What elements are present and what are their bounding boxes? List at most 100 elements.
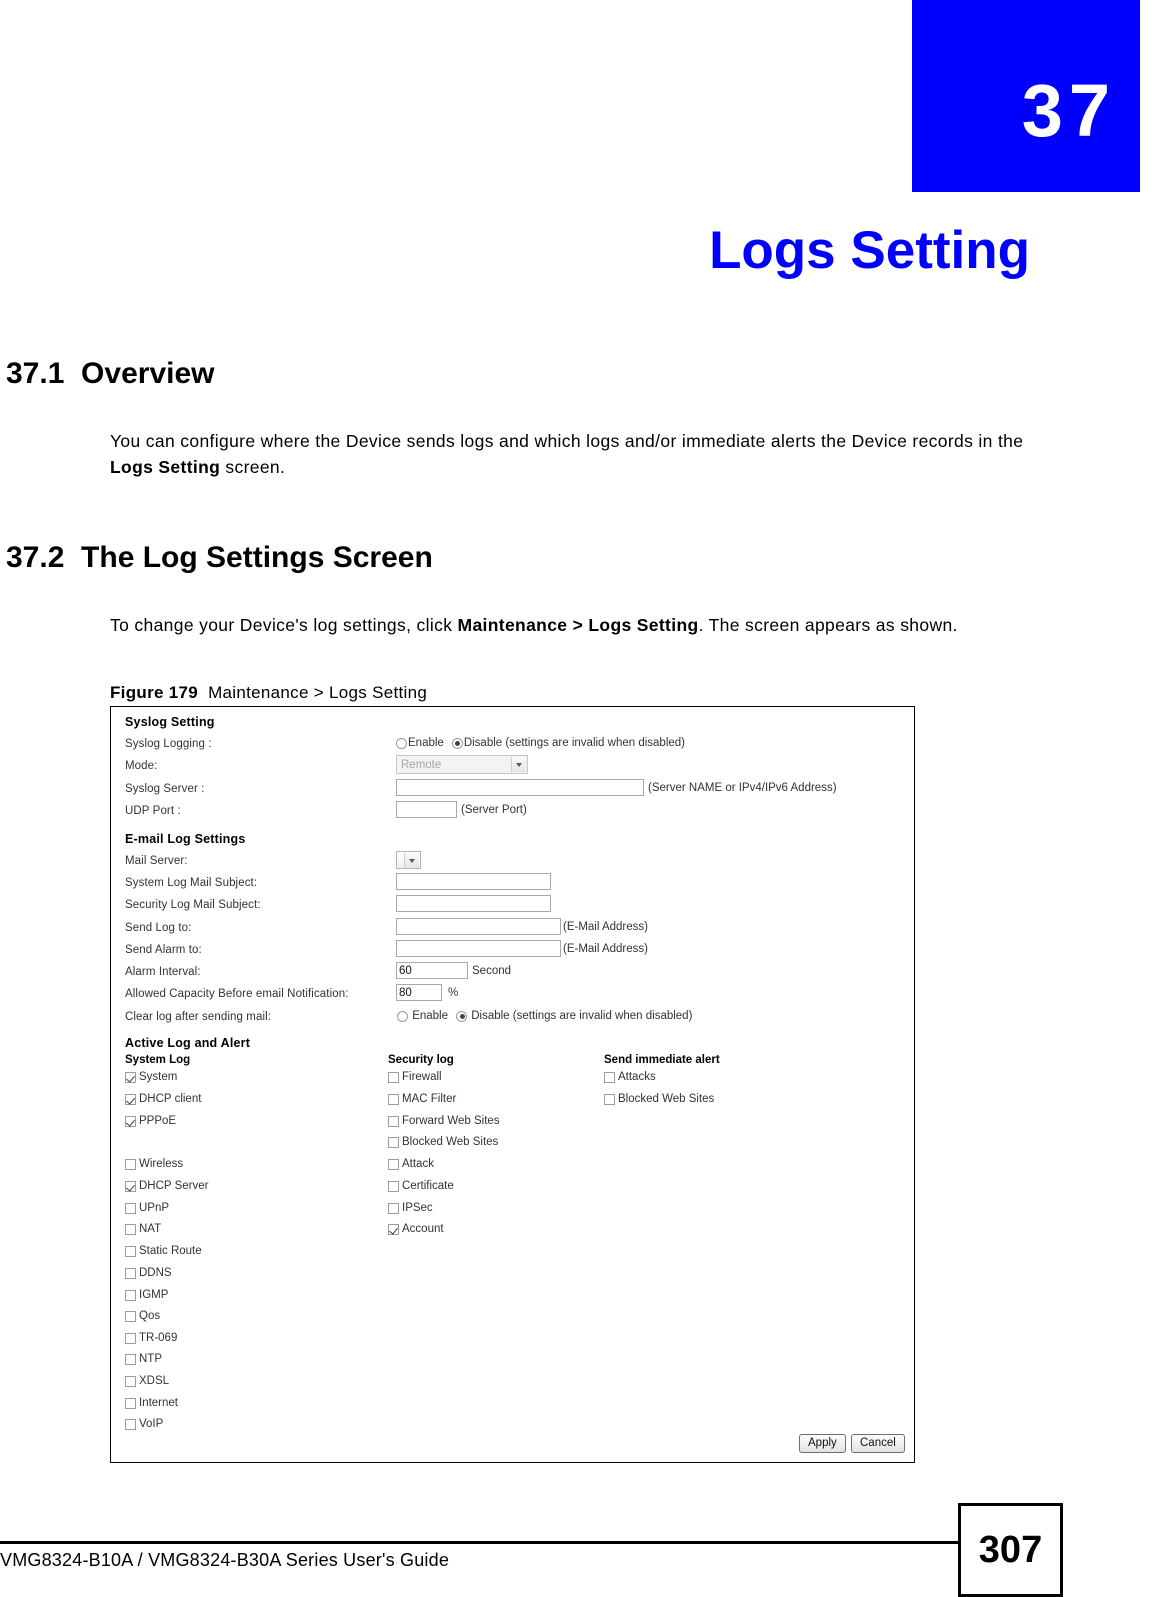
chapter-title: Logs Setting xyxy=(709,221,1030,280)
checkbox-label: NTP xyxy=(139,1353,162,1365)
checkbox-internet[interactable]: Internet xyxy=(125,1397,178,1409)
allowed-capacity-unit: % xyxy=(448,987,459,999)
checkbox-icon[interactable] xyxy=(125,1289,136,1301)
checkbox-label: MAC Filter xyxy=(402,1093,457,1105)
checkbox-xdsl[interactable]: XDSL xyxy=(125,1375,169,1387)
checkbox-icon[interactable] xyxy=(125,1245,136,1257)
allowed-capacity-input[interactable] xyxy=(396,984,442,1001)
checkbox-icon[interactable] xyxy=(388,1180,399,1192)
checkbox-label: VoIP xyxy=(139,1418,164,1430)
checkbox-icon[interactable] xyxy=(125,1115,136,1127)
apply-button[interactable]: Apply xyxy=(799,1434,846,1453)
checkbox-icon[interactable] xyxy=(125,1071,136,1083)
checkbox-label: Internet xyxy=(139,1397,178,1409)
checkbox-icon[interactable] xyxy=(604,1093,615,1105)
checkbox-label: UPnP xyxy=(139,1202,170,1214)
checkbox-wireless[interactable]: Wireless xyxy=(125,1158,183,1170)
chapter-number-badge: 37 xyxy=(912,0,1140,192)
chevron-down-icon xyxy=(404,853,419,868)
cancel-button[interactable]: Cancel xyxy=(851,1434,905,1453)
checkbox-icon[interactable] xyxy=(125,1397,136,1409)
alarm-interval-input[interactable] xyxy=(396,962,468,979)
syslog-server-input[interactable] xyxy=(396,779,644,796)
checkbox-icon[interactable] xyxy=(388,1202,399,1214)
checkbox-icon[interactable] xyxy=(125,1158,136,1170)
active-log-and-alert-group-title: Active Log and Alert xyxy=(125,1036,251,1050)
checkbox-ipsec[interactable]: IPSec xyxy=(388,1202,433,1214)
syslog-logging-radio-group[interactable]: Enable Disable (settings are invalid when… xyxy=(396,737,685,749)
syslog-logging-disable-label: Disable xyxy=(463,737,503,749)
overview-text-suffix: screen. xyxy=(220,457,286,477)
checkbox-upnp[interactable]: UPnP xyxy=(125,1202,169,1214)
checkbox-icon[interactable] xyxy=(125,1353,136,1365)
checkbox-icon[interactable] xyxy=(125,1332,136,1344)
screen-text-suffix: . The screen appears as shown. xyxy=(698,615,958,635)
column-header-system-log: System Log xyxy=(125,1054,191,1066)
checkbox-icon[interactable] xyxy=(125,1093,136,1105)
clear-log-enable-label: Enable xyxy=(412,1010,449,1022)
overview-text-prefix: You can configure where the Device sends… xyxy=(110,431,1024,451)
checkbox-icon[interactable] xyxy=(125,1418,136,1430)
checkbox-qos[interactable]: Qos xyxy=(125,1310,160,1322)
checkbox-voip[interactable]: VoIP xyxy=(125,1418,163,1430)
syslog-logging-enable-label: Enable xyxy=(408,737,444,749)
checkbox-icon[interactable] xyxy=(125,1375,136,1387)
send-log-to-input[interactable] xyxy=(396,918,561,935)
checkbox-label: IGMP xyxy=(139,1289,169,1301)
checkbox-icon[interactable] xyxy=(388,1223,399,1235)
checkbox-attack[interactable]: Attack xyxy=(388,1158,434,1170)
security-log-mail-subject-input[interactable] xyxy=(396,895,551,912)
syslog-mode-select[interactable]: Remote xyxy=(396,755,528,774)
checkbox-tr-069[interactable]: TR-069 xyxy=(125,1332,177,1344)
syslog-logging-disable-radio[interactable] xyxy=(451,737,463,749)
checkbox-nat[interactable]: NAT xyxy=(125,1223,161,1235)
section-heading-log-settings-screen: 37.2 The Log Settings Screen xyxy=(6,541,433,574)
checkbox-icon[interactable] xyxy=(388,1093,399,1105)
send-log-to-hint: (E-Mail Address) xyxy=(563,921,648,933)
checkbox-ntp[interactable]: NTP xyxy=(125,1353,162,1365)
checkbox-forward-web-sites[interactable]: Forward Web Sites xyxy=(388,1115,500,1127)
checkbox-icon[interactable] xyxy=(125,1180,136,1192)
checkbox-dhcp-client[interactable]: DHCP client xyxy=(125,1093,201,1105)
syslog-logging-enable-radio[interactable] xyxy=(396,737,407,749)
section-body-overview: You can configure where the Device sends… xyxy=(110,428,1040,480)
clear-log-radio-group[interactable]: Enable Disable (settings are invalid whe… xyxy=(397,1010,692,1022)
checkbox-attacks[interactable]: Attacks xyxy=(604,1071,656,1083)
checkbox-firewall[interactable]: Firewall xyxy=(388,1071,442,1083)
system-log-mail-subject-label: System Log Mail Subject: xyxy=(125,877,258,889)
checkbox-blocked-web-sites-security[interactable]: Blocked Web Sites xyxy=(388,1136,498,1148)
security-log-mail-subject-label: Security Log Mail Subject: xyxy=(125,899,261,911)
checkbox-icon[interactable] xyxy=(388,1136,399,1148)
checkbox-certificate[interactable]: Certificate xyxy=(388,1180,454,1192)
checkbox-static-route[interactable]: Static Route xyxy=(125,1245,202,1257)
mail-server-label: Mail Server: xyxy=(125,855,188,867)
send-alarm-to-hint: (E-Mail Address) xyxy=(563,943,648,955)
udp-port-hint: (Server Port) xyxy=(461,804,527,816)
checkbox-igmp[interactable]: IGMP xyxy=(125,1289,168,1301)
checkbox-system[interactable]: System xyxy=(125,1071,177,1083)
checkbox-icon[interactable] xyxy=(388,1071,399,1083)
send-log-to-label: Send Log to: xyxy=(125,922,192,934)
checkbox-blocked-web-sites-alert[interactable]: Blocked Web Sites xyxy=(604,1093,714,1105)
checkbox-icon[interactable] xyxy=(604,1071,615,1083)
checkbox-icon[interactable] xyxy=(125,1202,136,1214)
udp-port-input[interactable] xyxy=(396,801,457,818)
checkbox-pppoe[interactable]: PPPoE xyxy=(125,1115,176,1127)
checkbox-icon[interactable] xyxy=(388,1158,399,1170)
checkbox-icon[interactable] xyxy=(125,1267,136,1279)
checkbox-dhcp-server[interactable]: DHCP Server xyxy=(125,1180,208,1192)
clear-log-disable-label: Disable xyxy=(471,1010,510,1022)
checkbox-icon[interactable] xyxy=(388,1115,399,1127)
checkbox-mac-filter[interactable]: MAC Filter xyxy=(388,1093,456,1105)
system-log-mail-subject-input[interactable] xyxy=(396,873,551,890)
checkbox-account[interactable]: Account xyxy=(388,1223,444,1235)
clear-log-enable-radio[interactable] xyxy=(397,1010,408,1022)
footer-divider xyxy=(0,1541,958,1544)
checkbox-ddns[interactable]: DDNS xyxy=(125,1267,172,1279)
clear-log-disable-radio[interactable] xyxy=(456,1010,468,1022)
syslog-setting-group-title: Syslog Setting xyxy=(125,715,215,729)
mail-server-select[interactable] xyxy=(396,851,421,869)
send-alarm-to-input[interactable] xyxy=(396,940,561,957)
checkbox-icon[interactable] xyxy=(125,1223,136,1235)
checkbox-icon[interactable] xyxy=(125,1310,136,1322)
